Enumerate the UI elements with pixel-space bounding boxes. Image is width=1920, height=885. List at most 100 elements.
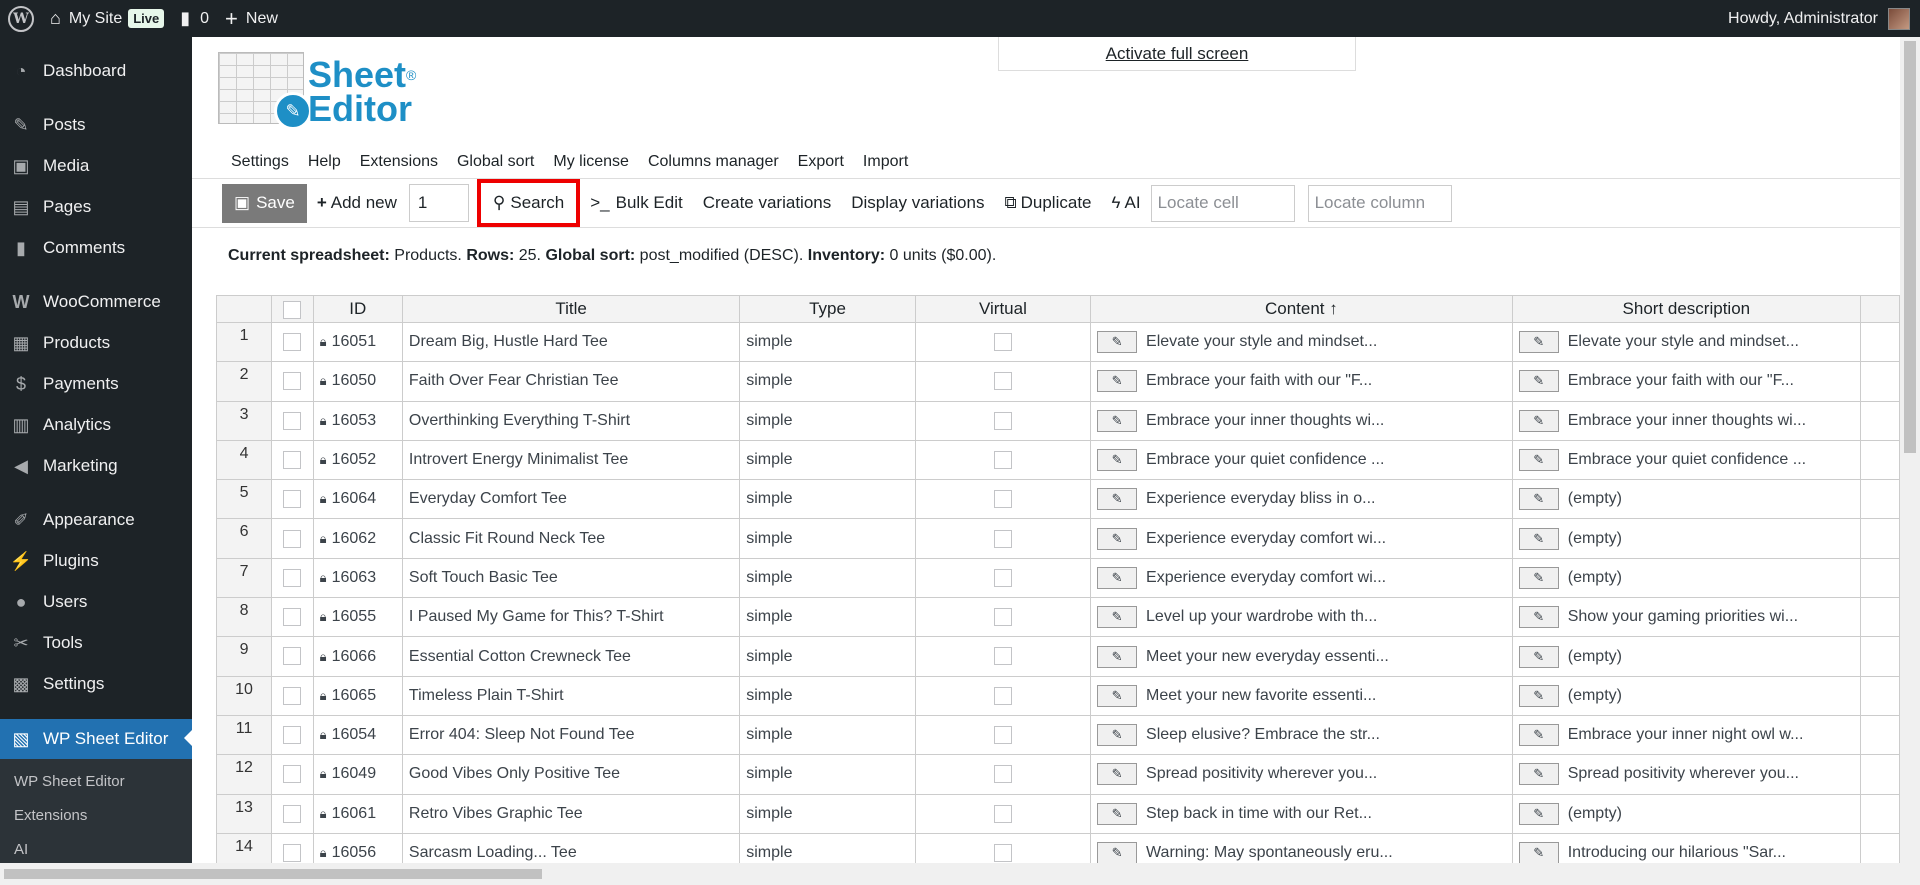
content-cell[interactable]: ✎ Experience everyday comfort wi... bbox=[1090, 518, 1513, 559]
virtual-checkbox[interactable] bbox=[993, 765, 1012, 784]
column-header-content[interactable]: Content ↑ bbox=[1090, 295, 1513, 323]
row-select-cell[interactable] bbox=[271, 636, 314, 677]
content-cell[interactable]: ✎ Embrace your quiet confidence ... bbox=[1090, 439, 1513, 481]
short-description-cell[interactable]: ✎ Elevate your style and mindset... bbox=[1511, 321, 1861, 363]
row-number[interactable]: 10 bbox=[215, 675, 273, 716]
menu-help[interactable]: Help bbox=[308, 153, 341, 171]
edit-short-description-button[interactable]: ✎ bbox=[1518, 645, 1559, 668]
id-cell[interactable]: 🔒︎ 16056 bbox=[312, 832, 403, 863]
row-checkbox[interactable] bbox=[283, 765, 302, 784]
type-cell[interactable]: simple bbox=[739, 597, 916, 638]
content-cell[interactable]: ✎ Meet your new everyday essenti... bbox=[1090, 636, 1513, 677]
row-number[interactable]: 3 bbox=[215, 400, 273, 441]
type-cell[interactable]: simple bbox=[739, 832, 916, 863]
id-cell[interactable]: 🔒︎ 16064 bbox=[312, 479, 403, 520]
sidebar-item-dashboard[interactable]: ◔ Dashboard bbox=[0, 52, 192, 90]
next-column-cell[interactable] bbox=[1859, 832, 1900, 863]
menu-columns-manager[interactable]: Columns manager bbox=[648, 153, 779, 171]
content-cell[interactable]: ✎ Embrace your faith with our "F... bbox=[1090, 361, 1513, 402]
account-menu[interactable]: Howdy, Administrator bbox=[1728, 7, 1920, 30]
id-cell[interactable]: 🔒︎ 16050 bbox=[312, 361, 403, 402]
content-cell[interactable]: ✎ Embrace your inner thoughts wi... bbox=[1090, 400, 1513, 441]
type-cell[interactable]: simple bbox=[739, 557, 916, 599]
title-cell[interactable]: Retro Vibes Graphic Tee bbox=[401, 793, 741, 834]
row-number[interactable]: 2 bbox=[215, 361, 273, 402]
short-description-cell[interactable]: ✎ (empty) bbox=[1511, 479, 1861, 520]
row-checkbox[interactable] bbox=[283, 529, 302, 548]
edit-content-button[interactable]: ✎ bbox=[1097, 724, 1138, 747]
virtual-checkbox[interactable] bbox=[993, 686, 1012, 705]
virtual-cell[interactable] bbox=[914, 832, 1092, 863]
id-cell[interactable]: 🔒︎ 16066 bbox=[312, 636, 403, 677]
row-number[interactable]: 4 bbox=[215, 439, 273, 481]
short-description-cell[interactable]: ✎ Embrace your inner night owl w... bbox=[1511, 714, 1861, 756]
type-cell[interactable]: simple bbox=[739, 518, 916, 559]
row-select-cell[interactable] bbox=[271, 321, 314, 363]
short-description-cell[interactable]: ✎ Embrace your quiet confidence ... bbox=[1511, 439, 1861, 481]
next-column-cell[interactable] bbox=[1859, 557, 1900, 599]
edit-short-description-button[interactable]: ✎ bbox=[1518, 684, 1559, 707]
type-cell[interactable]: simple bbox=[739, 714, 916, 756]
short-description-cell[interactable]: ✎ Embrace your inner thoughts wi... bbox=[1511, 400, 1861, 441]
virtual-checkbox[interactable] bbox=[993, 608, 1012, 627]
duplicate-button[interactable]: ⧉ Duplicate bbox=[994, 184, 1101, 223]
id-cell[interactable]: 🔒︎ 16062 bbox=[312, 518, 403, 559]
short-description-cell[interactable]: ✎ (empty) bbox=[1511, 793, 1861, 834]
type-cell[interactable]: simple bbox=[739, 793, 916, 834]
content-cell[interactable]: ✎ Experience everyday bliss in o... bbox=[1090, 479, 1513, 520]
edit-short-description-button[interactable]: ✎ bbox=[1518, 606, 1559, 629]
edit-short-description-button[interactable]: ✎ bbox=[1518, 842, 1559, 863]
horizontal-scroll-thumb[interactable] bbox=[4, 869, 542, 879]
edit-content-button[interactable]: ✎ bbox=[1097, 645, 1138, 668]
vertical-scrollbar[interactable] bbox=[1900, 37, 1920, 863]
row-select-cell[interactable] bbox=[271, 597, 314, 638]
save-button[interactable]: ▣ Save bbox=[222, 183, 307, 223]
virtual-cell[interactable] bbox=[914, 754, 1092, 795]
virtual-cell[interactable] bbox=[914, 557, 1092, 599]
next-column-cell[interactable] bbox=[1859, 518, 1900, 559]
row-select-cell[interactable] bbox=[271, 479, 314, 520]
title-cell[interactable]: Faith Over Fear Christian Tee bbox=[401, 361, 741, 402]
virtual-cell[interactable] bbox=[914, 361, 1092, 402]
horizontal-scrollbar[interactable] bbox=[0, 863, 1920, 885]
virtual-cell[interactable] bbox=[914, 793, 1092, 834]
row-checkbox[interactable] bbox=[283, 843, 302, 862]
short-description-cell[interactable]: ✎ (empty) bbox=[1511, 518, 1861, 559]
virtual-checkbox[interactable] bbox=[993, 529, 1012, 548]
virtual-cell[interactable] bbox=[914, 636, 1092, 677]
sidebar-item-wp-sheet-editor[interactable]: ▧ WP Sheet Editor bbox=[0, 719, 192, 759]
column-header-type[interactable]: Type bbox=[739, 295, 916, 323]
edit-short-description-button[interactable]: ✎ bbox=[1518, 488, 1559, 511]
next-column-cell[interactable] bbox=[1859, 636, 1900, 677]
bulk-edit-button[interactable]: >_ Bulk Edit bbox=[580, 184, 692, 223]
select-all-header[interactable] bbox=[271, 295, 314, 323]
virtual-checkbox[interactable] bbox=[993, 647, 1012, 666]
menu-import[interactable]: Import bbox=[863, 153, 908, 171]
comments-link[interactable]: ▮ 0 bbox=[172, 0, 217, 37]
title-cell[interactable]: Everyday Comfort Tee bbox=[401, 479, 741, 520]
add-quantity-input[interactable]: 1 bbox=[408, 184, 469, 222]
row-select-cell[interactable] bbox=[271, 400, 314, 441]
type-cell[interactable]: simple bbox=[739, 636, 916, 677]
column-header-short-description[interactable]: Short description bbox=[1511, 295, 1861, 323]
row-select-cell[interactable] bbox=[271, 675, 314, 716]
next-column-cell[interactable] bbox=[1859, 479, 1900, 520]
virtual-checkbox[interactable] bbox=[993, 804, 1012, 823]
activate-fullscreen-link[interactable]: Activate full screen bbox=[998, 37, 1356, 71]
row-select-cell[interactable] bbox=[271, 557, 314, 599]
id-cell[interactable]: 🔒︎ 16051 bbox=[312, 321, 403, 363]
edit-short-description-button[interactable]: ✎ bbox=[1518, 331, 1559, 354]
row-number[interactable]: 13 bbox=[215, 793, 273, 834]
type-cell[interactable]: simple bbox=[739, 754, 916, 795]
next-column-cell[interactable] bbox=[1859, 793, 1900, 834]
short-description-cell[interactable]: ✎ Show your gaming priorities wi... bbox=[1511, 597, 1861, 638]
virtual-cell[interactable] bbox=[914, 675, 1092, 716]
virtual-checkbox[interactable] bbox=[993, 726, 1012, 744]
column-header-next[interactable] bbox=[1859, 295, 1900, 323]
row-number[interactable]: 9 bbox=[215, 636, 273, 677]
id-cell[interactable]: 🔒︎ 16065 bbox=[312, 675, 403, 716]
content-cell[interactable]: ✎ Step back in time with our Ret... bbox=[1090, 793, 1513, 834]
edit-short-description-button[interactable]: ✎ bbox=[1518, 566, 1559, 589]
next-column-cell[interactable] bbox=[1859, 754, 1900, 795]
row-select-cell[interactable] bbox=[271, 714, 314, 756]
